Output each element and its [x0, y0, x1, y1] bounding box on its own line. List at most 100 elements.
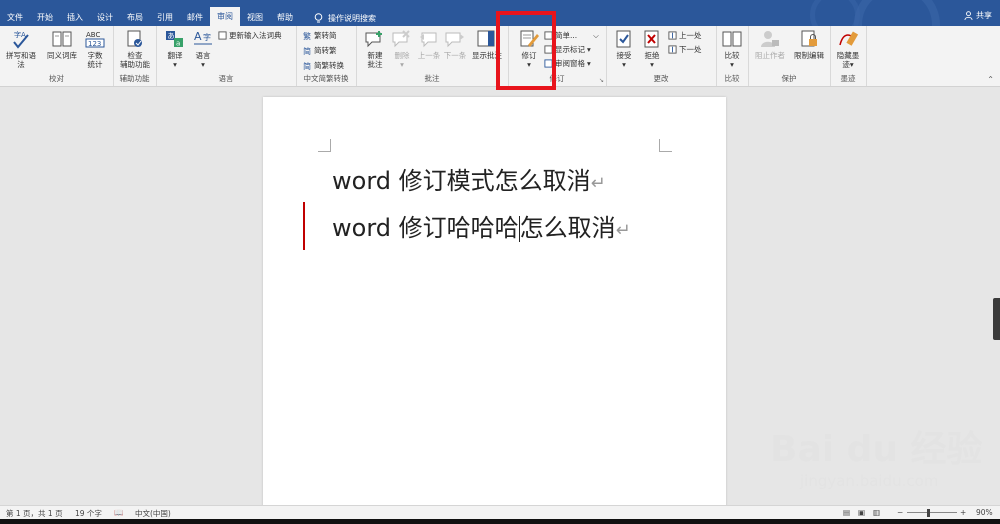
next-change-icon [668, 45, 677, 54]
language-button[interactable]: A字 语言 ▾ [190, 29, 216, 69]
restrict-editing-button[interactable]: 限制编辑 [790, 29, 828, 60]
tab-7[interactable]: 审阅 [210, 7, 240, 26]
dictionary-icon [218, 31, 227, 40]
zoom-out-icon[interactable]: − [897, 508, 903, 517]
paragraph-mark: ↵ [590, 173, 606, 194]
thesaurus-button[interactable]: 同义词库 [44, 29, 80, 60]
proofing-icon[interactable]: 📖 [114, 508, 123, 517]
paragraph-2[interactable]: word 修订哈哈哈怎么取消↵ [332, 208, 631, 243]
reject-button[interactable]: 拒绝 ▾ [638, 29, 666, 69]
watermark-url: jingyan.baidu.com [800, 472, 939, 490]
share-button[interactable]: 共享 [964, 10, 992, 21]
update-ime-dictionary-button[interactable]: 更新输入法词典 [218, 30, 282, 41]
svg-text:あ: あ [168, 32, 175, 40]
group-language: あa 翻译 ▾ A字 语言 ▾ 更新输入法词典 语言 [156, 26, 297, 86]
tab-8[interactable]: 视图 [240, 10, 270, 26]
tab-5[interactable]: 引用 [150, 10, 180, 26]
previous-change-button[interactable]: 上一处 [668, 30, 702, 41]
previous-comment-button[interactable]: 上一条 [416, 29, 442, 60]
svg-text:123: 123 [88, 40, 101, 48]
watermark-logo: Bai du 经验 [770, 429, 983, 470]
lock-icon [801, 30, 817, 47]
margin-corner-mark [659, 139, 672, 152]
block-authors-icon [761, 31, 779, 47]
person-icon [964, 11, 973, 20]
new-comment-button[interactable]: 新建 批注 [360, 29, 390, 69]
to-traditional-button[interactable]: 简 简转繁 [303, 45, 337, 56]
tab-4[interactable]: 布局 [120, 10, 150, 26]
ribbon-tabs: 文件 开始 插入 设计 布局 引用 邮件 审阅 视图 帮助 操作说明搜索 [0, 7, 384, 26]
next-comment-button[interactable]: 下一条 [442, 29, 468, 60]
page-count[interactable]: 第 1 页，共 1 页 [6, 508, 63, 519]
group-label: 保护 [781, 74, 797, 83]
next-change-button[interactable]: 下一处 [668, 44, 702, 55]
spelling-grammar-button[interactable]: 字A 拼写和语法 [3, 29, 39, 69]
svg-text:字: 字 [203, 32, 211, 42]
scrollbar-handle[interactable] [993, 298, 1000, 340]
group-changes: 接受 ▾ 拒绝 ▾ 上一处 下一处 更改 [606, 26, 717, 86]
collapse-ribbon-icon[interactable]: ⌃ [987, 75, 994, 84]
tell-me-search[interactable]: 操作说明搜索 [300, 10, 384, 26]
compare-button[interactable]: 比较 ▾ [719, 29, 745, 69]
group-label: 辅助功能 [119, 74, 150, 83]
block-authors-button[interactable]: 阻止作者 [752, 29, 788, 60]
svg-text:ABC: ABC [86, 31, 100, 39]
dialog-launcher-icon[interactable]: ↘ [599, 77, 604, 84]
accept-button[interactable]: 接受 ▾ [610, 29, 638, 69]
document-page[interactable]: word 修订模式怎么取消↵ word 修订哈哈哈怎么取消↵ [263, 97, 726, 507]
paragraph-1[interactable]: word 修订模式怎么取消↵ [332, 161, 606, 196]
compare-icon [722, 31, 742, 47]
zoom-level[interactable]: 90% [976, 508, 993, 517]
translate-button[interactable]: あa 翻译 ▾ [160, 29, 190, 69]
group-accessibility: 检查 辅助功能 辅助功能 [113, 26, 157, 86]
show-comments-icon [477, 30, 495, 47]
delete-comment-icon [392, 30, 410, 48]
print-layout-icon[interactable]: ▣ [858, 508, 865, 517]
word-count-button[interactable]: ABC 123 字数 统计 [82, 29, 108, 69]
tab-0[interactable]: 文件 [0, 10, 30, 26]
zoom-in-icon[interactable]: + [960, 508, 966, 517]
convert-icon: 简 [303, 46, 311, 55]
chinese-convert-button[interactable]: 简 简繁转换 [303, 60, 344, 71]
reject-icon [644, 30, 659, 48]
lightbulb-icon [314, 12, 323, 22]
group-chinese-conversion: 繁 繁转简 简 简转繁 简 简繁转换 中文简繁转换 [296, 26, 357, 86]
new-comment-icon [365, 31, 382, 48]
tell-me-label: 操作说明搜索 [328, 13, 376, 23]
zoom-slider[interactable] [907, 512, 957, 513]
to-simplified-button[interactable]: 繁 繁转简 [303, 30, 337, 41]
language-status[interactable]: 中文(中国) [135, 508, 171, 519]
svg-text:简: 简 [303, 61, 311, 70]
web-layout-icon[interactable]: ▥ [873, 508, 880, 517]
change-bar [303, 202, 305, 250]
chevron-down-icon: ⌵ [593, 30, 599, 40]
paragraph-text: word 修订模式怎么取消 [332, 167, 591, 195]
word-count[interactable]: 19 个字 [75, 508, 102, 519]
accessibility-check-icon [127, 30, 142, 47]
taskbar [0, 519, 1000, 524]
group-label: 比较 [724, 74, 740, 83]
tab-1[interactable]: 开始 [30, 10, 60, 26]
tab-6[interactable]: 邮件 [180, 10, 210, 26]
group-label: 语言 [218, 74, 234, 83]
svg-text:简: 简 [303, 46, 311, 55]
margin-corner-mark [318, 139, 331, 152]
tab-3[interactable]: 设计 [90, 10, 120, 26]
group-compare: 比较 ▾ 比较 [716, 26, 749, 86]
book-icon [52, 31, 72, 47]
zoom-slider-thumb[interactable] [927, 509, 930, 517]
highlight-box [496, 11, 556, 90]
tab-9[interactable]: 帮助 [270, 10, 300, 26]
delete-comment-button[interactable]: 删除 ▾ [390, 29, 414, 69]
ink-icon [839, 31, 859, 46]
check-accessibility-button[interactable]: 检查 辅助功能 [116, 29, 154, 69]
group-comments: 新建 批注 删除 ▾ 上一条 下一条 显示批注 批注 [356, 26, 509, 86]
read-mode-icon[interactable]: ▤ [843, 508, 850, 517]
status-bar: 第 1 页，共 1 页 19 个字 📖 中文(中国) ▤ ▣ ▥ − + 90% [0, 505, 1000, 520]
group-proofing: 字A 拼写和语法 同义词库 ABC 123 字数 统计 校对 [0, 26, 114, 86]
tab-2[interactable]: 插入 [60, 10, 90, 26]
convert-icon: 繁 [303, 31, 311, 40]
group-label: 墨迹 [840, 74, 856, 83]
language-icon: A字 [194, 30, 212, 45]
hide-ink-button[interactable]: 隐藏墨 迹▾ [833, 29, 863, 69]
